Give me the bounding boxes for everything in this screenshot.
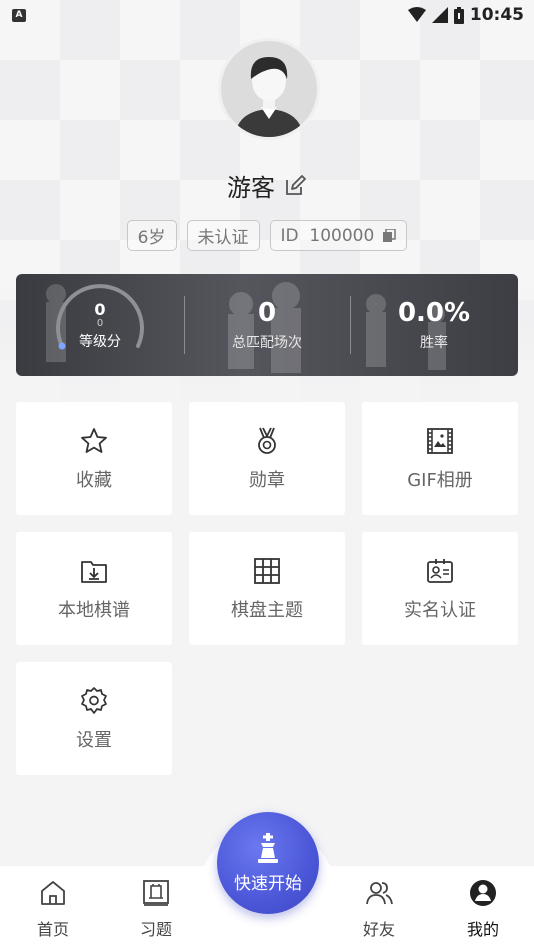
clock: 10:45: [469, 5, 524, 25]
star-icon: [81, 427, 107, 453]
level-value: 0: [94, 299, 106, 319]
level-label: 等级分: [79, 333, 121, 350]
matches-label: 总匹配场次: [232, 335, 302, 351]
menu-medals[interactable]: 勋章: [189, 402, 345, 515]
friends-icon: [366, 882, 393, 905]
avatar[interactable]: [218, 38, 320, 140]
status-bar: A 10:45: [0, 0, 534, 30]
menu-label: 实名认证: [404, 599, 476, 621]
matches-value: 0: [257, 298, 277, 328]
user-id-text: ID 100000: [280, 225, 375, 246]
user-id-tag[interactable]: ID 100000: [269, 220, 408, 251]
chess-king-icon: [258, 832, 278, 863]
tab-mine[interactable]: 我的: [448, 878, 518, 940]
stats-card: 0 0 等级分 0 总匹配场次 0.0% 胜率: [16, 274, 518, 376]
menu-settings[interactable]: 设置: [16, 662, 172, 775]
id-card-icon: [427, 558, 453, 583]
user-name: 游客: [227, 174, 275, 202]
practice-board-icon: [143, 880, 169, 906]
menu-label: 本地棋谱: [58, 599, 130, 621]
menu-label: 勋章: [249, 469, 285, 491]
user-profile-icon: [470, 880, 496, 906]
board-grid-icon: [254, 557, 280, 584]
menu-board-theme[interactable]: 棋盘主题: [189, 532, 345, 645]
auth-status-tag: 未认证: [186, 220, 260, 251]
menu-local-records[interactable]: 本地棋谱: [16, 532, 172, 645]
level-sub-value: 0: [96, 317, 104, 329]
user-avatar-icon: [235, 57, 303, 137]
name-row: 游客: [0, 168, 534, 203]
quick-start-button[interactable]: 快速开始: [217, 812, 319, 914]
profile-tags: 6岁 未认证 ID 100000: [0, 220, 534, 251]
age-text: 6岁: [137, 228, 166, 248]
menu-label: 棋盘主题: [231, 599, 303, 621]
folder-download-icon: [81, 560, 107, 583]
copy-icon[interactable]: [382, 228, 397, 243]
edit-icon[interactable]: [283, 174, 307, 198]
level-score: 0 0 等级分: [52, 274, 148, 376]
total-matches: 0 总匹配场次: [184, 274, 350, 376]
tab-label: 好友: [362, 920, 395, 939]
notification-icon: A: [12, 8, 26, 22]
winrate-label: 胜率: [420, 335, 448, 351]
battery-icon: [453, 6, 464, 24]
tab-friends[interactable]: 好友: [344, 878, 414, 940]
medal-icon: [258, 427, 276, 454]
tab-home[interactable]: 首页: [18, 878, 88, 940]
quick-start-label: 快速开始: [234, 873, 302, 894]
gif-album-icon: [427, 427, 453, 454]
signal-icon: [431, 7, 448, 23]
win-rate: 0.0% 胜率: [350, 274, 518, 376]
menu-label: 收藏: [76, 469, 112, 491]
tab-label: 我的: [466, 920, 499, 939]
home-icon: [41, 881, 65, 905]
winrate-value: 0.0%: [397, 298, 471, 328]
gear-icon: [81, 686, 107, 714]
age-tag: 6岁: [126, 220, 177, 251]
menu-gif-album[interactable]: GIF相册: [362, 402, 518, 515]
wifi-icon: [407, 7, 426, 22]
tab-label: 习题: [139, 920, 172, 939]
menu-label: GIF相册: [407, 469, 473, 491]
menu-label: 设置: [76, 729, 112, 751]
tab-label: 首页: [36, 920, 69, 939]
menu-real-name-auth[interactable]: 实名认证: [362, 532, 518, 645]
auth-status-text: 未认证: [197, 228, 249, 248]
tab-practice[interactable]: 习题: [121, 878, 191, 940]
menu-favorites[interactable]: 收藏: [16, 402, 172, 515]
